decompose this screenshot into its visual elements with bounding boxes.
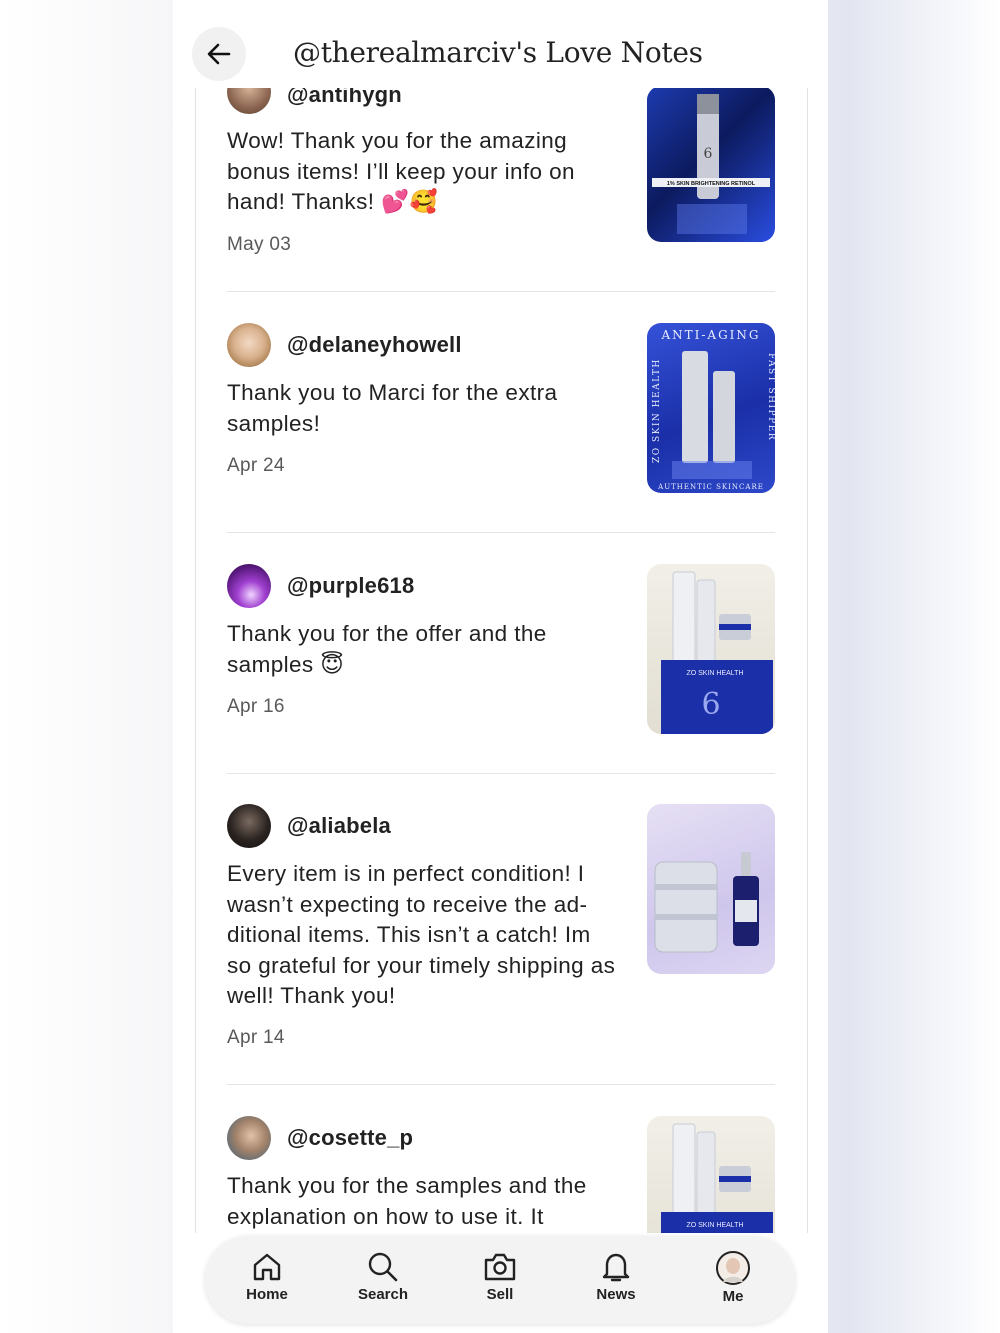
nav-label: Me — [722, 1288, 744, 1305]
username[interactable]: @delaneyhowell — [287, 332, 462, 358]
username[interactable]: @aliabela — [287, 813, 391, 839]
anti-aging-tubes-illustration: ANTI-AGING ZO SKIN HEALTH FAST SHIPPER A… — [652, 328, 775, 491]
phone-screen: @therealmarciv's Love Notes @antihygn Wo… — [173, 0, 828, 1333]
username[interactable]: @cosette_p — [287, 1125, 413, 1151]
avatar[interactable] — [227, 804, 271, 848]
bottom-nav: Home Search Sell News Me — [205, 1236, 795, 1324]
divider — [227, 1084, 775, 1085]
note-message: Thank you to Marci for the extra samples… — [227, 380, 558, 436]
nav-home[interactable]: Home — [217, 1250, 317, 1303]
product-image[interactable]: ZO SKIN HEALTH 6 — [647, 564, 775, 734]
avatar[interactable] — [227, 88, 271, 114]
home-icon — [253, 1253, 281, 1281]
username[interactable]: @purple618 — [287, 573, 414, 599]
nav-label: News — [596, 1286, 636, 1303]
avatar[interactable] — [227, 1116, 271, 1160]
note-date: Apr 14 — [227, 1027, 285, 1048]
username[interactable]: @antihygn — [287, 88, 402, 108]
back-button[interactable] — [192, 27, 246, 81]
avatar[interactable] — [227, 323, 271, 367]
image-caption: ZO SKIN HEALTH — [652, 358, 662, 463]
note-message: Every item is in perfect condition! I wa… — [227, 861, 616, 1008]
retinol-bottle-illustration: 6 1% SKIN BRIGHTENING RETINOL — [652, 94, 770, 234]
search-icon — [368, 1252, 398, 1282]
bell-icon — [602, 1253, 630, 1282]
avatar — [716, 1251, 750, 1285]
product-set-illustration: ZO SKIN HEALTH 6 — [661, 571, 773, 734]
image-caption: ZO SKIN HEALTH — [686, 670, 743, 677]
nav-label: Home — [246, 1286, 288, 1303]
product-image[interactable]: 6 1% SKIN BRIGHTENING RETINOL — [647, 88, 775, 242]
note-date: May 03 — [227, 234, 292, 255]
avatar[interactable] — [227, 564, 271, 608]
note-date: Apr 24 — [227, 455, 285, 476]
love-notes-feed[interactable]: @antihygn Wow! Thank you for the amazing… — [195, 88, 808, 1233]
page-title: @therealmarciv's Love Notes — [293, 36, 703, 69]
image-caption: 1% SKIN BRIGHTENING RETINOL — [667, 181, 756, 187]
nav-me[interactable]: Me — [683, 1250, 783, 1305]
nav-news[interactable]: News — [566, 1250, 666, 1303]
product-image[interactable]: ANTI-AGING ZO SKIN HEALTH FAST SHIPPER A… — [647, 323, 775, 493]
divider — [227, 532, 775, 533]
jar-and-dropper-illustration — [654, 852, 759, 953]
note-message: Wow! Thank you for the amazing bonus ite… — [227, 128, 575, 214]
nav-label: Sell — [486, 1286, 514, 1303]
note-date: Apr 16 — [227, 696, 285, 717]
image-caption: AUTHENTIC SKINCARE — [657, 483, 764, 491]
divider — [227, 291, 775, 292]
image-caption: ANTI-AGING — [660, 328, 760, 342]
header: @therealmarciv's Love Notes — [173, 0, 828, 88]
svg-text:6: 6 — [701, 687, 720, 722]
svg-text:6: 6 — [704, 146, 713, 162]
product-set-illustration: ZO SKIN HEALTH — [661, 1123, 773, 1233]
nav-search[interactable]: Search — [333, 1250, 433, 1303]
divider — [227, 773, 775, 774]
image-caption: ZO SKIN HEALTH — [686, 1222, 743, 1229]
nav-label: Search — [357, 1286, 409, 1303]
arrow-left-icon — [207, 43, 231, 65]
image-caption: FAST SHIPPER — [766, 353, 775, 441]
product-image[interactable] — [647, 804, 775, 974]
product-image[interactable]: ZO SKIN HEALTH — [647, 1116, 775, 1233]
nav-sell[interactable]: Sell — [450, 1250, 550, 1303]
camera-icon — [484, 1253, 516, 1281]
note-message: Thank you for the offer and the samples … — [227, 621, 547, 677]
note-message: Thank you for the samples and the explan… — [227, 1173, 587, 1229]
